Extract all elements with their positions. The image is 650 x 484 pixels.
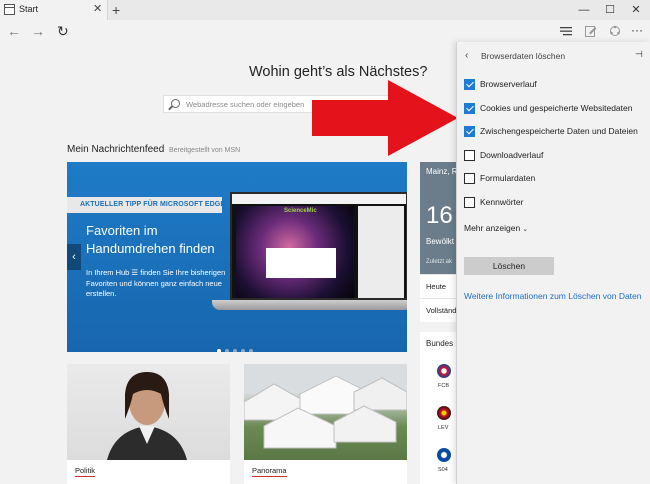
show-more-label: Mehr anzeigen xyxy=(464,223,521,233)
laptop-browser-bar xyxy=(232,194,406,204)
hero-title: Favoriten im Handumdrehen finden xyxy=(86,223,215,256)
carousel-prev-button[interactable]: ‹ xyxy=(67,244,81,270)
panel-title: Browserdaten löschen xyxy=(481,51,566,61)
checkbox[interactable] xyxy=(464,149,475,161)
laptop-screen-card xyxy=(266,248,336,278)
news-card-image xyxy=(67,364,230,460)
search-placeholder: Webadresse suchen oder eingeben xyxy=(186,100,305,109)
feed-subtitle: Bereitgestellt von MSN xyxy=(169,147,241,154)
news-card[interactable]: Politik xyxy=(67,364,230,484)
laptop-illustration: ScienceMic xyxy=(230,192,407,300)
checkbox-label: Cookies und gespeicherte Websitedaten xyxy=(480,102,633,113)
league-widget[interactable]: Bundes FCB LEV S04 xyxy=(420,332,460,484)
title-bar: Start ✕ + — ☐ ✕ xyxy=(0,0,650,20)
feed-title: Mein Nachrichtenfeed xyxy=(67,144,165,155)
carousel-dot[interactable] xyxy=(233,349,237,352)
clear-button[interactable]: Löschen xyxy=(464,257,554,275)
back-button[interactable]: ← xyxy=(7,21,21,41)
hero-carousel[interactable]: AKTUELLER TIPP FÜR MICROSOFT EDGE Favori… xyxy=(67,162,407,352)
news-card-category: Politik xyxy=(75,466,96,477)
maximize-button[interactable]: ☐ xyxy=(597,0,623,20)
navigation-bar: ← → ↻ ··· xyxy=(0,20,650,42)
tents-image xyxy=(244,375,407,449)
web-note-icon[interactable] xyxy=(585,25,597,37)
team-label: S04 xyxy=(438,467,448,473)
weather-widget[interactable]: Mainz, R 16 Bewölkt Zuletzt ak xyxy=(420,162,460,274)
carousel-dots[interactable] xyxy=(217,340,257,352)
checkbox-label: Formulardaten xyxy=(480,173,536,183)
screen-logo: ScienceMic xyxy=(284,208,317,214)
panel-back-icon[interactable]: ‹ xyxy=(465,50,468,61)
league-title: Bundes xyxy=(426,339,454,348)
hero-body: In Ihrem Hub ☰ finden Sie Ihre bisherige… xyxy=(86,268,226,298)
laptop-base xyxy=(212,300,407,310)
team-label: LEV xyxy=(438,425,449,431)
chevron-down-icon: ⌄ xyxy=(522,226,529,233)
tab-start[interactable]: Start ✕ xyxy=(0,0,108,20)
checkbox-label: Browserverlauf xyxy=(480,79,537,89)
news-card-category: Panorama xyxy=(252,466,287,477)
carousel-dot[interactable] xyxy=(241,349,245,352)
laptop-sidebar xyxy=(358,206,404,298)
checkbox-label: Zwischengespeicherte Daten und Dateien xyxy=(480,126,638,136)
more-button[interactable]: ··· xyxy=(631,20,643,40)
checkbox[interactable] xyxy=(464,126,475,137)
news-card[interactable]: Panorama xyxy=(244,364,407,484)
checkbox[interactable] xyxy=(464,173,475,184)
checkbox-label: Kennwörter xyxy=(480,196,524,207)
tab-label: Start xyxy=(19,4,39,14)
refresh-button[interactable]: ↻ xyxy=(57,21,69,41)
lev-crest-icon xyxy=(437,406,451,420)
tip-label: AKTUELLER TIPP FÜR MICROSOFT EDGE xyxy=(80,201,226,208)
weather-forecast-label: Vollständ xyxy=(426,306,457,315)
news-card-image xyxy=(244,364,407,460)
share-icon[interactable] xyxy=(609,25,621,37)
portrait-image xyxy=(107,372,187,460)
weather-temp: 16 xyxy=(426,202,453,229)
minimize-button[interactable]: — xyxy=(571,0,597,20)
show-more-toggle[interactable]: Mehr anzeigen ⌄ xyxy=(464,223,528,233)
weather-today-label: Heute xyxy=(426,282,447,291)
weather-city: Mainz, R xyxy=(426,167,458,176)
tab-close-icon[interactable]: ✕ xyxy=(93,2,102,15)
new-tab-button[interactable]: + xyxy=(112,0,120,20)
checkbox[interactable] xyxy=(464,102,475,114)
hub-icon[interactable] xyxy=(560,25,572,37)
carousel-dot[interactable] xyxy=(217,349,221,352)
annotation-arrow-icon xyxy=(312,80,458,156)
checkbox[interactable] xyxy=(464,196,475,208)
close-window-button[interactable]: ✕ xyxy=(623,0,649,20)
weather-updated: Zuletzt ak xyxy=(426,259,453,265)
forward-button[interactable]: → xyxy=(31,21,45,41)
team-label: FCB xyxy=(438,383,449,389)
fcb-crest-icon xyxy=(437,364,451,378)
weather-condition: Bewölkt xyxy=(426,237,455,246)
weather-forecast-row[interactable]: Vollständ xyxy=(420,298,460,322)
weather-today-row[interactable]: Heute xyxy=(420,274,460,298)
clear-browsing-data-panel: ‹ Browserdaten löschen ⊣ Browserverlauf C… xyxy=(456,42,650,484)
search-icon xyxy=(171,99,180,108)
checkbox[interactable] xyxy=(464,79,475,90)
checkbox-label: Downloadverlauf xyxy=(480,149,544,160)
more-info-link[interactable]: Weitere Informationen zum Löschen von Da… xyxy=(464,291,642,301)
pin-panel-icon[interactable]: ⊣ xyxy=(635,49,643,60)
carousel-dot[interactable] xyxy=(225,349,229,352)
s04-crest-icon xyxy=(437,448,451,462)
page-icon xyxy=(4,4,15,15)
carousel-dot[interactable] xyxy=(249,349,253,352)
